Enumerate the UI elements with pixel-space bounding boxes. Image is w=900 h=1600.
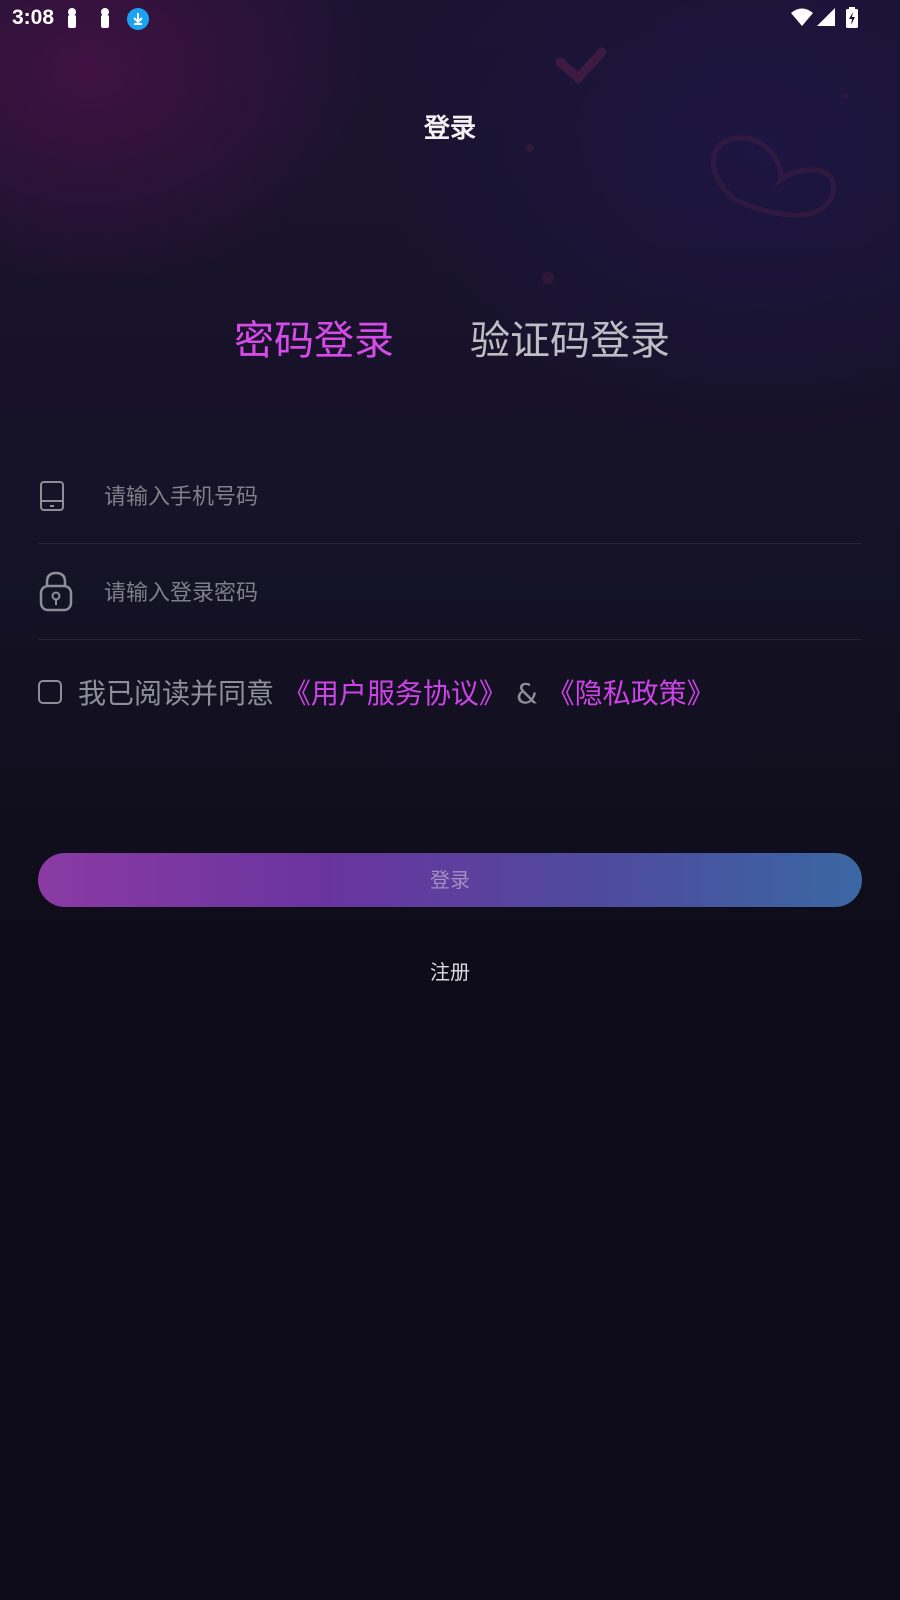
password-input[interactable]: [102, 562, 806, 624]
page-title: 登录: [423, 114, 476, 144]
notification-icon: [101, 8, 109, 28]
tab-password-login[interactable]: 密码登录: [234, 308, 394, 366]
register-link[interactable]: 注册: [0, 956, 900, 985]
download-icon: [127, 8, 149, 30]
agreement-text: 我已阅读并同意 《用户服务协议》 & 《隐私政策》: [78, 672, 715, 712]
status-time: 3:08: [12, 6, 55, 29]
agreement-amp: &: [515, 677, 538, 710]
lock-icon: [39, 571, 73, 612]
agree-checkbox[interactable]: [38, 680, 62, 704]
battery-charging-icon: [846, 7, 858, 28]
signal-icon: [817, 8, 835, 26]
phone-input[interactable]: [102, 466, 806, 528]
divider: [38, 639, 861, 640]
tab-code-login[interactable]: 验证码登录: [470, 308, 670, 366]
notification-icon: [68, 8, 76, 28]
privacy-link[interactable]: 《隐私政策》: [547, 677, 715, 710]
phone-icon: [40, 481, 64, 511]
status-bar: 3:08: [0, 0, 900, 38]
agreement-prefix: 我已阅读并同意: [78, 677, 275, 710]
terms-link[interactable]: 《用户服务协议》: [283, 677, 507, 710]
divider: [38, 543, 861, 544]
login-button[interactable]: 登录: [38, 853, 862, 907]
wifi-icon: [791, 8, 813, 26]
